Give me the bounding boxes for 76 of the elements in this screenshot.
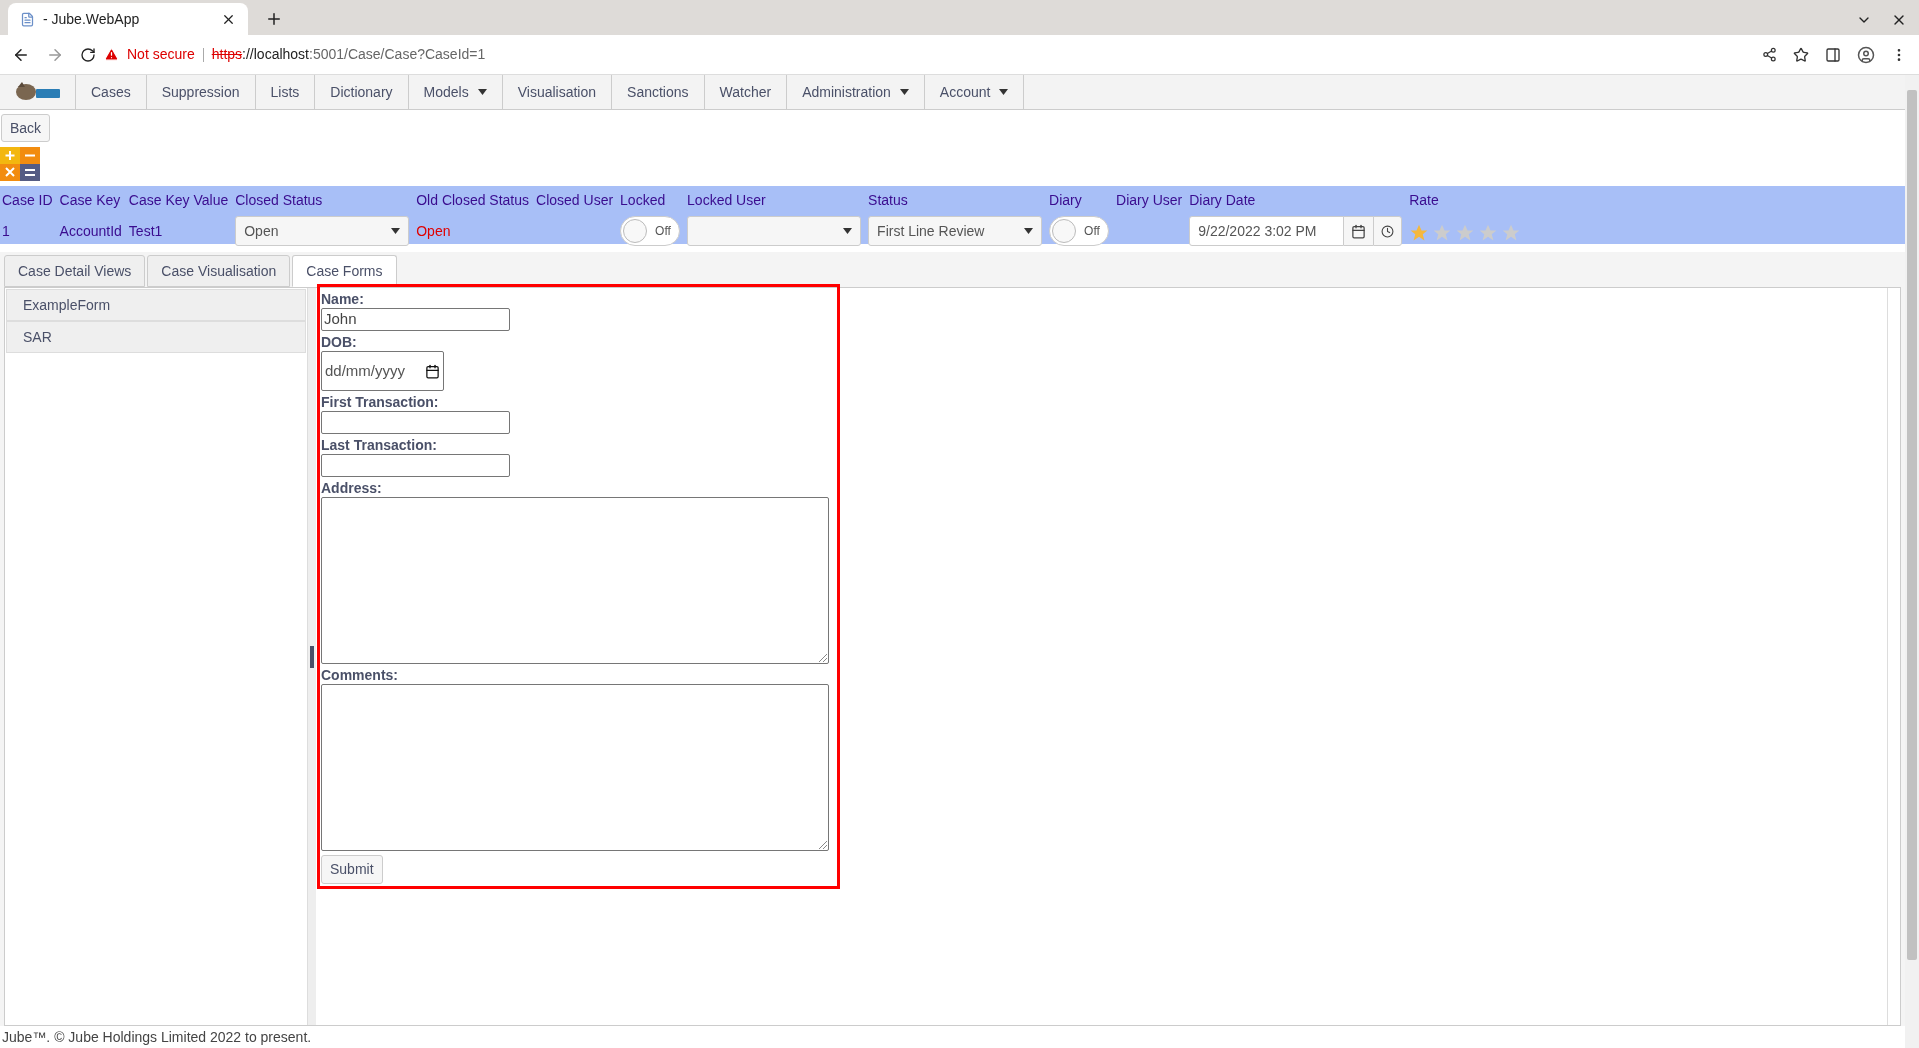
form-list-item[interactable]: SAR bbox=[6, 321, 306, 353]
column-label: Status bbox=[868, 191, 909, 210]
text-field[interactable] bbox=[321, 411, 510, 434]
column-label: Diary User bbox=[1116, 191, 1183, 210]
field-label: First Transaction: bbox=[321, 393, 440, 411]
nav-item[interactable]: Sanctions bbox=[612, 75, 705, 109]
back-button[interactable]: Back bbox=[1, 114, 51, 142]
field-label: DOB: bbox=[321, 333, 358, 351]
select-dropdown[interactable]: First Line Review bbox=[868, 216, 1043, 246]
tab[interactable]: Case Detail Views bbox=[4, 255, 146, 287]
resize-grip-icon bbox=[818, 653, 827, 662]
field-label: Comments: bbox=[321, 666, 399, 684]
column-label: Case Key Value bbox=[128, 191, 229, 210]
nav-item[interactable]: Dictionary bbox=[315, 75, 409, 109]
logo-icon bbox=[13, 81, 62, 103]
caret-icon bbox=[1024, 228, 1034, 234]
bookmark-icon[interactable] bbox=[1793, 46, 1809, 63]
caret-icon bbox=[391, 228, 401, 234]
security-label: Not secure bbox=[127, 45, 195, 64]
profile-icon[interactable] bbox=[1857, 45, 1875, 64]
select-dropdown[interactable]: Open bbox=[235, 216, 410, 246]
clock-button[interactable] bbox=[1373, 216, 1403, 246]
column-label: Diary Date bbox=[1189, 191, 1257, 210]
calendar-icon bbox=[425, 363, 440, 379]
caret-icon bbox=[843, 228, 853, 234]
field-label: Address: bbox=[321, 479, 383, 497]
column-label: Locked User bbox=[687, 191, 767, 210]
share-icon[interactable] bbox=[1762, 47, 1777, 62]
nav-item[interactable]: Lists bbox=[255, 75, 316, 109]
toggle-switch[interactable]: Off bbox=[620, 216, 681, 246]
column-label: Locked bbox=[620, 191, 667, 210]
field-label: Last Transaction: bbox=[321, 436, 438, 454]
nav-item[interactable]: Models bbox=[408, 75, 503, 109]
plus-icon bbox=[265, 10, 283, 28]
nav-item[interactable]: Suppression bbox=[146, 75, 256, 109]
calendar-icon bbox=[1351, 223, 1367, 239]
nav-item[interactable]: Cases bbox=[76, 75, 147, 109]
tab[interactable]: Case Forms bbox=[292, 255, 397, 287]
case-value: Test1 bbox=[128, 221, 163, 241]
form-list-item[interactable]: ExampleForm bbox=[6, 289, 306, 321]
nav-item[interactable]: Account bbox=[924, 75, 1025, 109]
page-icon bbox=[20, 11, 35, 27]
field-label: Name: bbox=[321, 290, 365, 308]
column-label: Closed Status bbox=[235, 191, 324, 210]
caret-icon bbox=[899, 89, 909, 95]
caret-icon bbox=[999, 89, 1009, 95]
column-label: Diary bbox=[1049, 191, 1083, 210]
reload-icon[interactable] bbox=[80, 46, 96, 63]
nav-item[interactable]: Watcher bbox=[704, 75, 788, 109]
column-label: Case ID bbox=[2, 191, 53, 210]
submit-button[interactable]: Submit bbox=[321, 855, 383, 884]
nav-item[interactable]: Administration bbox=[787, 75, 925, 109]
nav-item[interactable]: Visualisation bbox=[502, 75, 613, 109]
tab[interactable]: Case Visualisation bbox=[147, 255, 291, 287]
date-field[interactable]: 9/22/2022 3:02 PM bbox=[1189, 216, 1345, 246]
footer-text: Jube™. © Jube Holdings Limited 2022 to present. bbox=[1, 1027, 313, 1047]
warning-icon bbox=[104, 47, 119, 62]
clock-icon bbox=[1381, 224, 1395, 238]
case-value: 1 bbox=[2, 221, 10, 241]
text-field[interactable]: John bbox=[321, 308, 510, 331]
side-panel-icon[interactable] bbox=[1825, 46, 1841, 63]
url-text: https://localhost:5001/Case/Case?CaseId=1 bbox=[211, 45, 486, 64]
column-label: Closed User bbox=[536, 191, 614, 210]
caret-icon bbox=[477, 89, 487, 95]
toggle-switch[interactable]: Off bbox=[1049, 216, 1110, 246]
browser-tab[interactable]: - Jube.WebApp bbox=[8, 3, 248, 35]
date-field[interactable]: dd/mm/yyyy bbox=[321, 351, 444, 391]
text-field[interactable] bbox=[321, 454, 510, 477]
splitter-handle[interactable] bbox=[310, 645, 314, 668]
calendar-button[interactable] bbox=[1344, 216, 1374, 246]
resize-grip-icon bbox=[818, 840, 827, 849]
column-label: Old Closed Status bbox=[416, 191, 530, 210]
column-label: Case Key bbox=[59, 191, 122, 210]
case-value: AccountId bbox=[59, 221, 122, 241]
column-label: Rate bbox=[1409, 191, 1440, 210]
status-text: Open bbox=[416, 221, 451, 241]
